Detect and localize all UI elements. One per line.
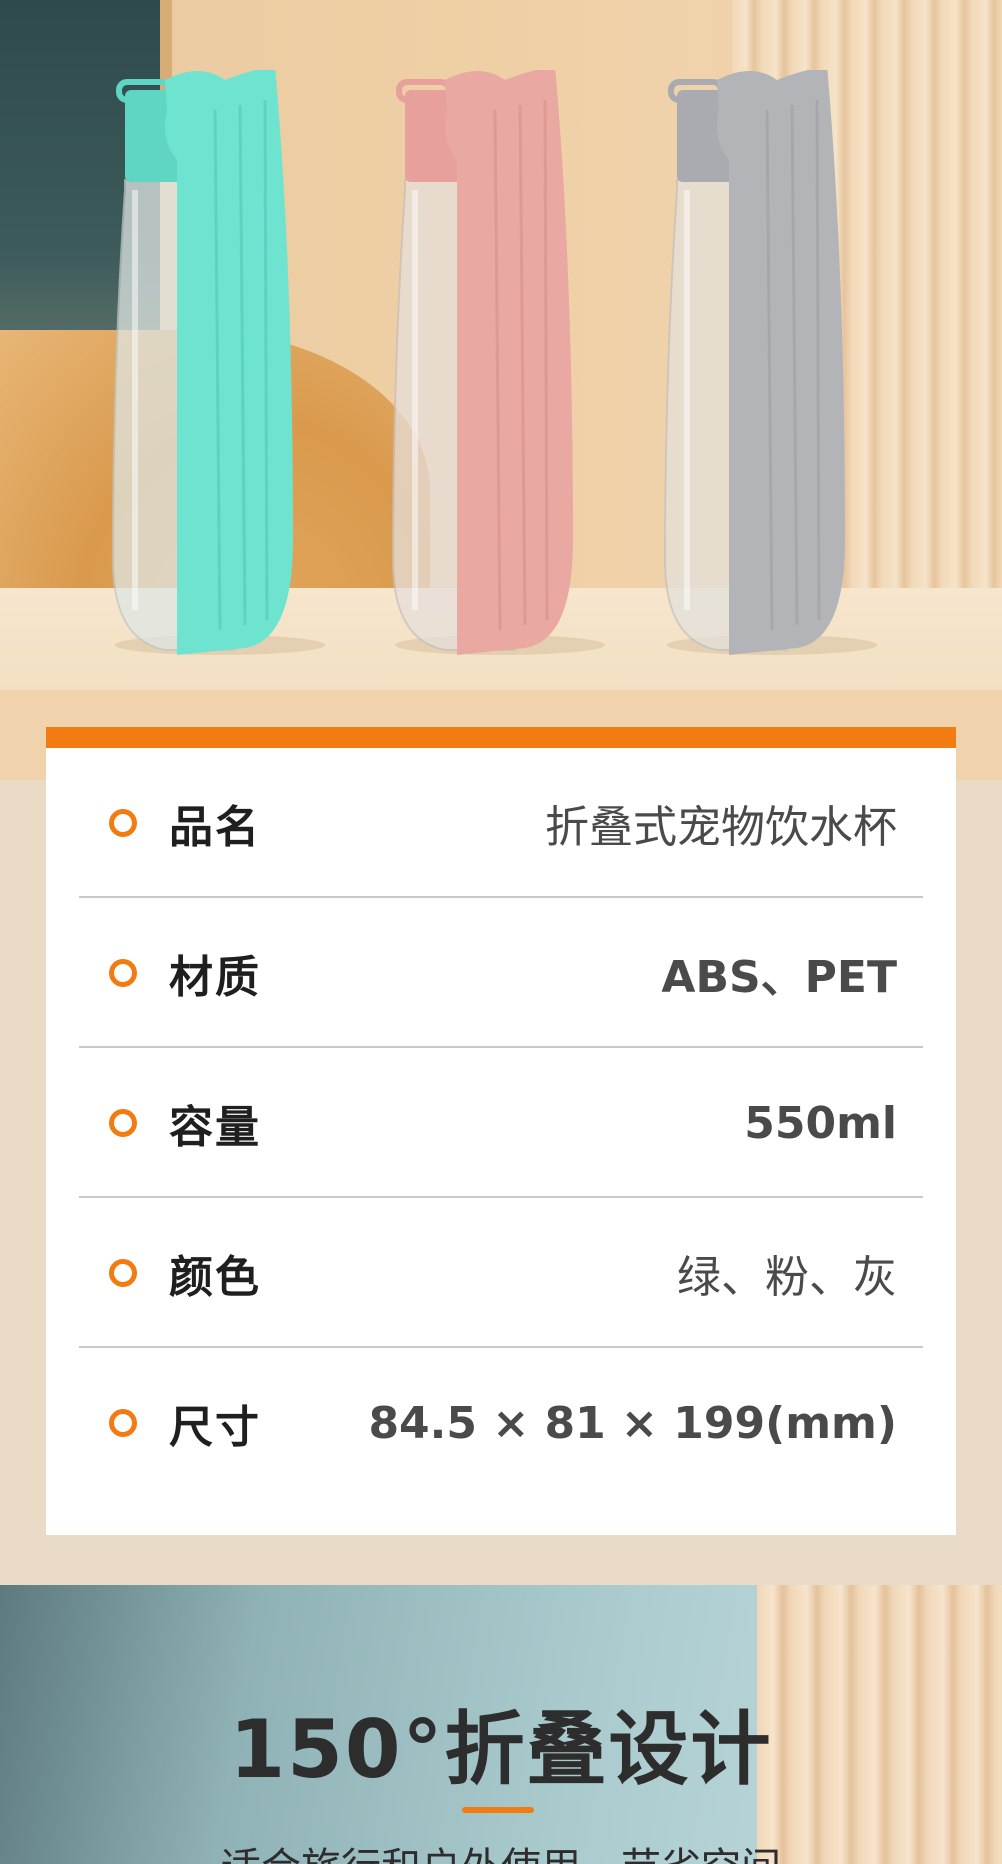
orange-ring-bullet-icon [109,1409,137,1437]
spec-label: 尺寸 [169,1402,261,1453]
spec-value: 84.5 × 81 × 199(mm) [368,1397,897,1449]
product-hero-image [0,0,1002,780]
spec-row-material: 材质 ABS、PET [79,898,923,1048]
spec-value: 550ml [744,1097,897,1149]
feature-headline: 150°折叠设计 [229,1703,773,1796]
green-water-bottle [105,70,335,660]
gray-water-bottle [657,70,887,660]
spec-row-size: 尺寸 84.5 × 81 × 199(mm) [79,1348,923,1498]
feature-subline: 适合旅行和户外使用，节省空间 [0,1835,1002,1864]
spec-label: 容量 [169,1102,261,1153]
spec-row-color: 颜色 绿、粉、灰 [79,1198,923,1348]
spec-card: 品名 折叠式宠物饮水杯 材质 ABS、PET 容量 550ml 颜色 绿、粉、灰… [46,727,956,1535]
orange-ring-bullet-icon [109,1109,137,1137]
orange-ring-bullet-icon [109,959,137,987]
spec-value: ABS、PET [661,952,897,1003]
spec-row-name: 品名 折叠式宠物饮水杯 [79,748,923,898]
spec-label: 品名 [169,802,261,853]
feature-section: 150°折叠设计 适合旅行和户外使用，节省空间 [0,1585,1002,1864]
pink-water-bottle [385,70,615,660]
accent-bar [46,727,956,748]
spec-value: 绿、粉、灰 [677,1252,897,1303]
spec-row-capacity: 容量 550ml [79,1048,923,1198]
spec-value: 折叠式宠物饮水杯 [545,802,897,853]
headline-underline [462,1807,534,1813]
orange-ring-bullet-icon [109,809,137,837]
spec-label: 材质 [169,952,261,1003]
orange-ring-bullet-icon [109,1259,137,1287]
spec-label: 颜色 [169,1252,261,1303]
